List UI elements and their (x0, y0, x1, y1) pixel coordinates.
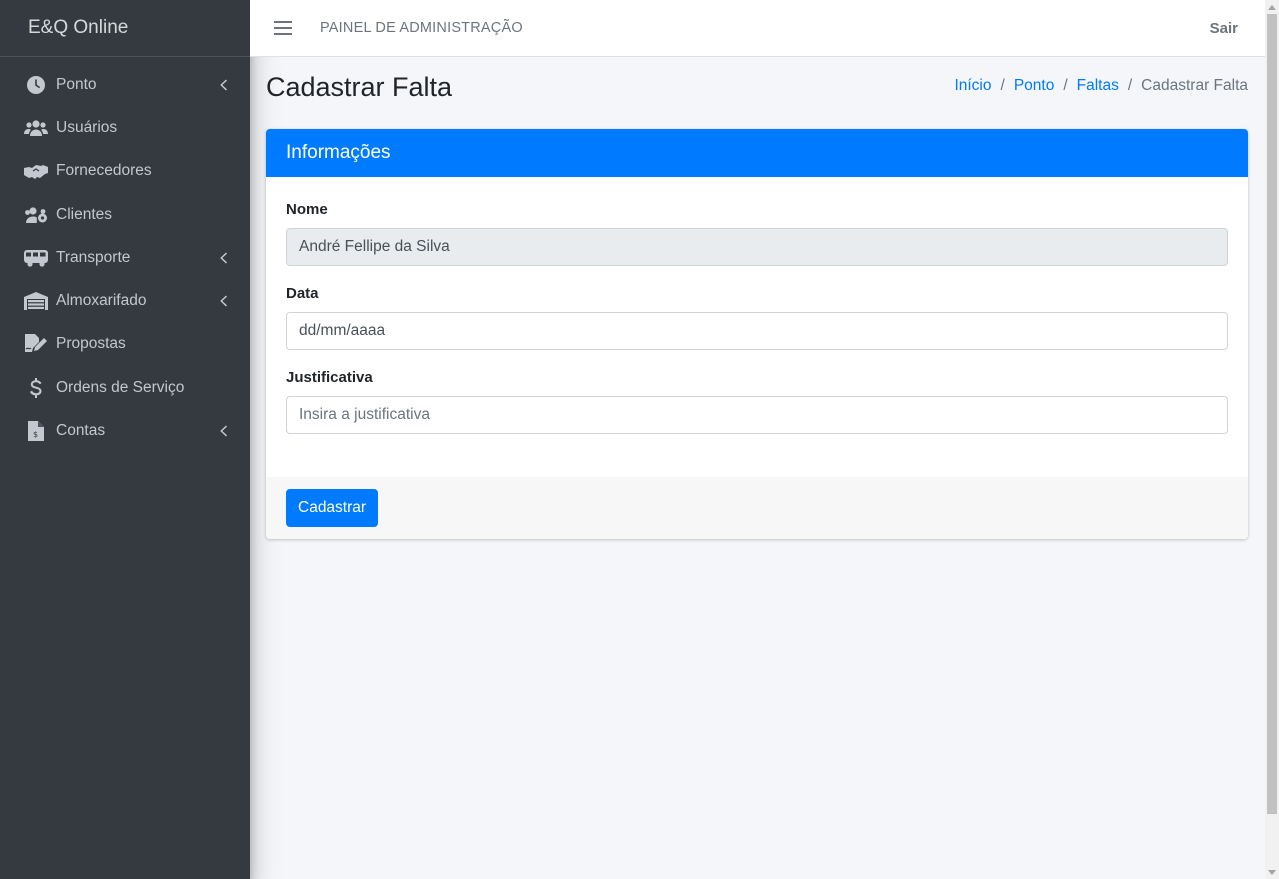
sidebar-item-label: Ordens de Serviço (56, 378, 185, 396)
justificativa-input[interactable]: Insira a justificativa (286, 396, 1228, 434)
breadcrumb: Início / Ponto / Faltas / Cadastrar Falt… (954, 77, 1248, 95)
handshake-icon (24, 161, 48, 181)
chevron-left-icon (218, 79, 228, 91)
card-footer: Cadastrar (266, 477, 1248, 539)
sidebar-item-label: Propostas (56, 335, 126, 353)
invoice-icon: $ (24, 421, 48, 442)
breadcrumb-ponto[interactable]: Ponto (1014, 77, 1055, 95)
sidebar: E&Q Online Ponto Usuários Fornecedores C… (0, 0, 250, 879)
breadcrumb-separator: / (1063, 77, 1068, 94)
users-cog-icon (24, 205, 48, 225)
breadcrumb-separator: / (1000, 77, 1005, 94)
warehouse-icon (24, 291, 48, 311)
brand-link[interactable]: E&Q Online (0, 0, 250, 57)
scrollbar-thumb[interactable] (1267, 14, 1277, 814)
sidebar-item-label: Transporte (56, 248, 131, 266)
data-label: Data (286, 285, 319, 302)
sidebar-item-almoxarifado[interactable]: Almoxarifado (0, 279, 250, 322)
sidebar-item-clientes[interactable]: Clientes (0, 193, 250, 236)
sidebar-item-label: Contas (56, 422, 106, 440)
chevron-left-icon (218, 425, 228, 437)
admin-panel-link[interactable]: PAINEL DE ADMINISTRAÇÃO (320, 20, 523, 36)
breadcrumb-active: Cadastrar Falta (1141, 77, 1248, 94)
breadcrumb-separator: / (1127, 77, 1133, 94)
sidebar-item-label: Clientes (56, 205, 112, 223)
file-signature-icon (24, 334, 48, 354)
sidebar-nav: Ponto Usuários Fornecedores Clientes Tra… (0, 57, 250, 453)
scrollbar[interactable] (1265, 0, 1279, 879)
dollar-icon (24, 377, 48, 398)
card-body: Nome André Fellipe da Silva Data dd/mm/a… (266, 177, 1248, 477)
top-navbar: PAINEL DE ADMINISTRAÇÃO Sair (250, 0, 1265, 57)
nome-field: André Fellipe da Silva (286, 228, 1228, 266)
chevron-left-icon (218, 252, 228, 264)
form-card: Informações Nome André Fellipe da Silva … (266, 129, 1248, 539)
sidebar-item-contas[interactable]: $ Contas (0, 409, 250, 452)
users-icon (24, 118, 48, 138)
sidebar-item-usuarios[interactable]: Usuários (0, 106, 250, 149)
sidebar-item-label: Fornecedores (56, 162, 152, 180)
clock-icon (24, 75, 48, 95)
sidebar-item-label: Ponto (56, 75, 97, 93)
chevron-left-icon (218, 295, 228, 307)
menu-toggle-icon[interactable] (274, 21, 292, 35)
sidebar-item-label: Usuários (56, 118, 118, 136)
sidebar-item-ordens-de-servico[interactable]: Ordens de Serviço (0, 366, 250, 409)
justificativa-label: Justificativa (286, 369, 373, 386)
data-group: Data dd/mm/aaaa (286, 285, 1228, 350)
scroll-up-arrow-icon[interactable] (1265, 0, 1279, 14)
nome-group: Nome André Fellipe da Silva (286, 201, 1228, 266)
breadcrumb-faltas[interactable]: Faltas (1077, 77, 1119, 95)
sidebar-item-transporte[interactable]: Transporte (0, 236, 250, 279)
sidebar-item-ponto[interactable]: Ponto (0, 63, 250, 106)
sidebar-item-fornecedores[interactable]: Fornecedores (0, 150, 250, 193)
justificativa-group: Justificativa Insira a justificativa (286, 369, 1228, 434)
page-title: Cadastrar Falta (266, 72, 453, 102)
svg-text:$: $ (33, 430, 38, 439)
date-field[interactable]: dd/mm/aaaa (286, 312, 1228, 350)
scroll-down-arrow-icon[interactable] (1265, 865, 1279, 879)
bus-icon (24, 248, 48, 268)
card-header: Informações (266, 129, 1248, 177)
sidebar-item-propostas[interactable]: Propostas (0, 323, 250, 366)
nome-label: Nome (286, 201, 328, 218)
logout-link[interactable]: Sair (1210, 20, 1238, 37)
sidebar-item-label: Almoxarifado (56, 292, 147, 310)
cadastrar-button[interactable]: Cadastrar (286, 489, 379, 527)
breadcrumb-inicio[interactable]: Início (954, 77, 991, 95)
